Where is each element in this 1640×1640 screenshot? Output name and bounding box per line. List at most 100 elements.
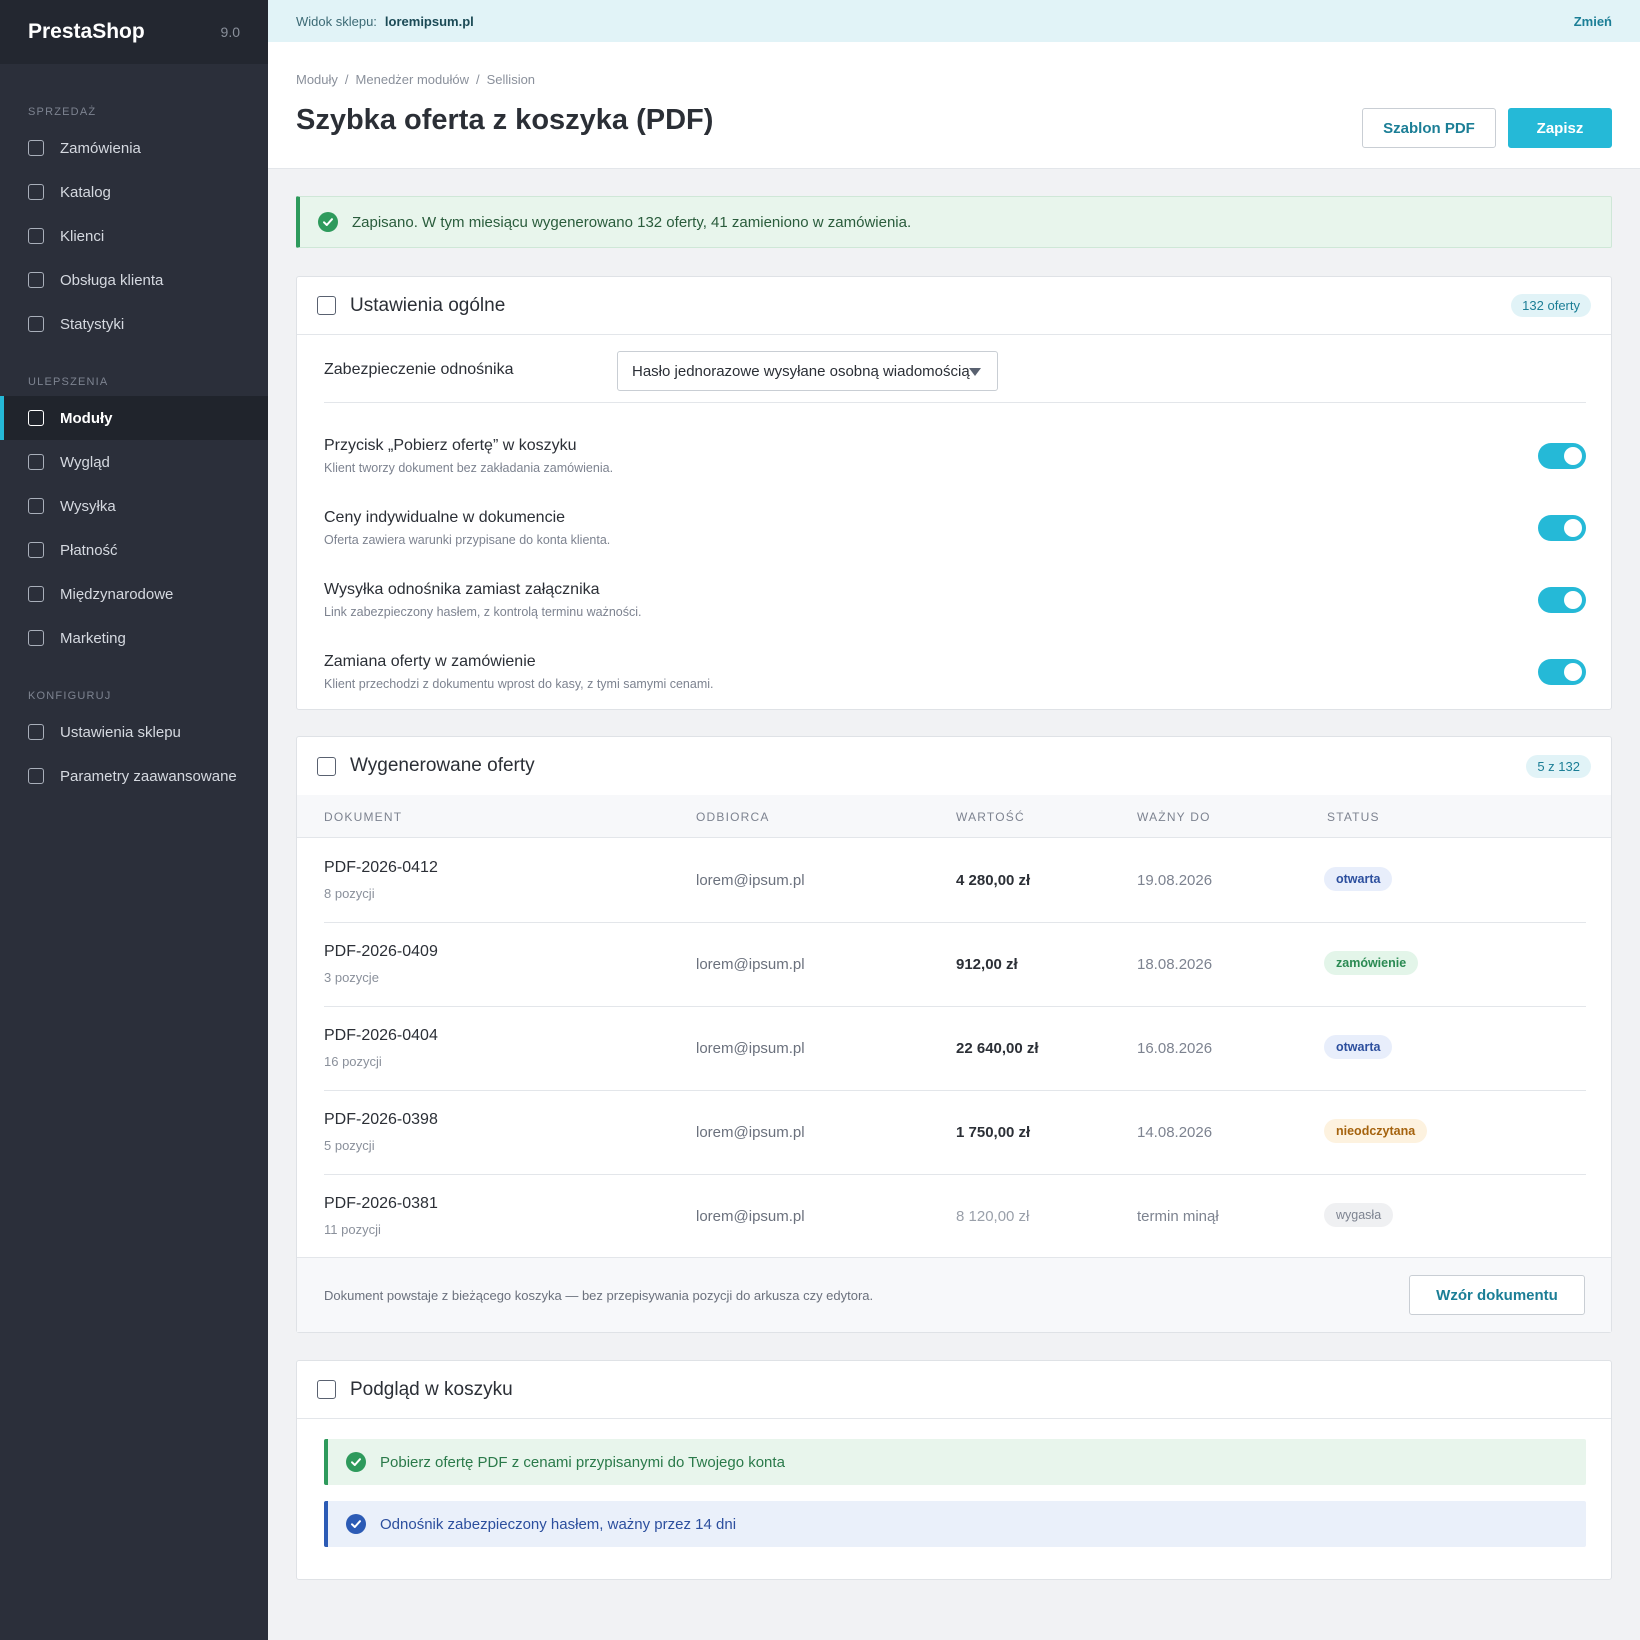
table-row[interactable]: PDF-2026-0409 3 pozycje lorem@ipsum.pl 9… bbox=[324, 923, 1586, 1007]
card-title: Podgląd w koszyku bbox=[350, 1378, 513, 1400]
version-label: 9.0 bbox=[220, 24, 240, 40]
sidebar-item-label: Katalog bbox=[60, 183, 111, 201]
card-title: Ustawienia ogólne bbox=[350, 294, 506, 316]
success-alert-text: Zapisano. W tym miesiącu wygenerowano 13… bbox=[352, 213, 912, 231]
brand-logo[interactable]: PrestaShop bbox=[28, 20, 145, 44]
setting-description: Klient przechodzi z dokumentu wprost do … bbox=[324, 677, 714, 691]
document-number[interactable]: PDF-2026-0404 bbox=[324, 1027, 438, 1045]
secured-link-notice: Odnośnik zabezpieczony hasłem, ważny prz… bbox=[324, 1501, 1586, 1547]
item-count: 3 pozycje bbox=[324, 970, 379, 985]
square-icon bbox=[28, 228, 44, 244]
pagination-badge: 5 z 132 bbox=[1526, 754, 1591, 778]
offer-value: 4 280,00 zł bbox=[956, 872, 1031, 889]
square-icon bbox=[317, 756, 336, 776]
sidebar-item-marketing[interactable]: Marketing bbox=[0, 616, 268, 660]
item-count: 5 pozycji bbox=[324, 1138, 375, 1153]
download-offer-toggle[interactable] bbox=[1538, 443, 1586, 469]
breadcrumb: Moduły / Menedżer modułów / Sellision bbox=[296, 72, 536, 87]
setting-row: Wysyłka odnośnika zamiast załącznika Lin… bbox=[324, 581, 1586, 641]
sidebar-item-shipping[interactable]: Wysyłka bbox=[0, 484, 268, 528]
square-icon bbox=[28, 140, 44, 156]
sidebar-item-shop-settings[interactable]: Ustawienia sklepu bbox=[0, 710, 268, 754]
offer-to-order-toggle[interactable] bbox=[1538, 659, 1586, 685]
link-security-label: Zabezpieczenie odnośnika bbox=[324, 361, 514, 378]
table-row[interactable]: PDF-2026-0404 16 pozycji lorem@ipsum.pl … bbox=[324, 1007, 1586, 1091]
sidebar-item-label: Moduły bbox=[60, 409, 113, 427]
document-number[interactable]: PDF-2026-0398 bbox=[324, 1111, 438, 1129]
offer-value: 912,00 zł bbox=[956, 956, 1018, 973]
column-header[interactable]: WAŻNY DO bbox=[1137, 810, 1211, 824]
column-header[interactable]: ODBIORCA bbox=[696, 810, 770, 824]
square-icon bbox=[28, 316, 44, 332]
table-footer: Dokument powstaje z bieżącego koszyka — … bbox=[297, 1257, 1611, 1332]
breadcrumb-item: Sellision bbox=[486, 72, 536, 87]
offer-value: 1 750,00 zł bbox=[956, 1124, 1031, 1141]
square-icon bbox=[317, 1380, 336, 1399]
setting-title: Ceny indywidualne w dokumencie bbox=[324, 509, 566, 526]
nav-section-title: SPRZEDAŻ bbox=[28, 106, 97, 118]
valid-until: 18.08.2026 bbox=[1137, 956, 1213, 973]
document-number[interactable]: PDF-2026-0409 bbox=[324, 943, 438, 961]
sidebar: PrestaShop 9.0 SPRZEDAŻ Zamówienia Katal… bbox=[0, 0, 268, 1640]
column-header[interactable]: STATUS bbox=[1327, 810, 1380, 824]
page-header: Moduły / Menedżer modułów / Sellision Szybka… bbox=[268, 42, 1640, 169]
recipient-email: lorem@ipsum.pl bbox=[696, 1124, 805, 1141]
brand-bar: PrestaShop 9.0 bbox=[0, 0, 268, 64]
link-instead-attachment-toggle[interactable] bbox=[1538, 587, 1586, 613]
table-row[interactable]: PDF-2026-0381 11 pozycji lorem@ipsum.pl … bbox=[324, 1175, 1586, 1259]
breadcrumb-item[interactable]: Moduły bbox=[296, 72, 338, 87]
square-icon bbox=[28, 498, 44, 514]
sidebar-item-customer-service[interactable]: Obsługa klienta bbox=[0, 258, 268, 302]
card-header: Ustawienia ogólne 132 oferty bbox=[297, 277, 1611, 335]
select-value: Hasło jednorazowe wysyłane osobną wiadom… bbox=[632, 362, 970, 380]
download-pdf-notice[interactable]: Pobierz ofertę PDF z cenami przypisanymi… bbox=[324, 1439, 1586, 1485]
square-icon bbox=[28, 410, 44, 426]
sidebar-item-design[interactable]: Wygląd bbox=[0, 440, 268, 484]
success-alert: Zapisano. W tym miesiącu wygenerowano 13… bbox=[296, 196, 1612, 248]
document-template-button[interactable]: Wzór dokumentu bbox=[1409, 1275, 1585, 1315]
offer-value: 8 120,00 zł bbox=[956, 1208, 1030, 1225]
status-badge: otwarta bbox=[1324, 1035, 1393, 1059]
change-shop-link[interactable]: Zmień bbox=[1574, 14, 1612, 29]
status-badge: otwarta bbox=[1324, 867, 1393, 891]
shop-url-link[interactable]: loremipsum.pl bbox=[385, 14, 474, 29]
save-button[interactable]: Zapisz bbox=[1508, 108, 1612, 148]
sidebar-item-catalog[interactable]: Katalog bbox=[0, 170, 268, 214]
document-number[interactable]: PDF-2026-0381 bbox=[324, 1195, 438, 1213]
square-icon bbox=[28, 184, 44, 200]
table-row[interactable]: PDF-2026-0398 5 pozycji lorem@ipsum.pl 1… bbox=[324, 1091, 1586, 1175]
sidebar-item-label: Wysyłka bbox=[60, 497, 116, 515]
sidebar-item-stats[interactable]: Statystyki bbox=[0, 302, 268, 346]
page-title: Szybka oferta z koszyka (PDF) bbox=[296, 104, 714, 136]
table-row[interactable]: PDF-2026-0412 8 pozycji lorem@ipsum.pl 4… bbox=[324, 839, 1586, 923]
individual-prices-toggle[interactable] bbox=[1538, 515, 1586, 541]
column-header[interactable]: DOKUMENT bbox=[324, 810, 402, 824]
generated-offers-card: Wygenerowane oferty 5 z 132 DOKUMENT ODB… bbox=[296, 736, 1612, 1333]
sidebar-item-advanced[interactable]: Parametry zaawansowane bbox=[0, 754, 268, 798]
notice-text: Odnośnik zabezpieczony hasłem, ważny prz… bbox=[380, 1515, 737, 1533]
offer-value: 22 640,00 zł bbox=[956, 1040, 1039, 1057]
valid-until: 16.08.2026 bbox=[1137, 1040, 1213, 1057]
square-icon bbox=[28, 586, 44, 602]
sidebar-item-orders[interactable]: Zamówienia bbox=[0, 126, 268, 170]
check-circle-icon bbox=[346, 1452, 366, 1472]
pdf-template-button[interactable]: Szablon PDF bbox=[1362, 108, 1496, 148]
sidebar-item-customers[interactable]: Klienci bbox=[0, 214, 268, 258]
item-count: 8 pozycji bbox=[324, 886, 375, 901]
shop-view-label: Widok sklepu: bbox=[296, 13, 377, 29]
breadcrumb-item[interactable]: Menedżer modułów bbox=[356, 72, 469, 87]
sidebar-item-modules[interactable]: Moduły bbox=[0, 396, 268, 440]
document-number[interactable]: PDF-2026-0412 bbox=[324, 859, 438, 877]
chevron-down-icon bbox=[969, 368, 981, 376]
sidebar-item-label: Parametry zaawansowane bbox=[60, 767, 237, 785]
check-circle-icon bbox=[346, 1514, 366, 1534]
link-security-select[interactable]: Hasło jednorazowe wysyłane osobną wiadom… bbox=[617, 351, 998, 391]
sidebar-item-label: Statystyki bbox=[60, 315, 125, 333]
column-header[interactable]: WARTOŚĆ bbox=[956, 810, 1025, 824]
valid-until: 14.08.2026 bbox=[1137, 1124, 1213, 1141]
sidebar-item-international[interactable]: Międzynarodowe bbox=[0, 572, 268, 616]
table-header: DOKUMENT ODBIORCA WARTOŚĆ WAŻNY DO STATU… bbox=[297, 795, 1611, 838]
sidebar-item-payment[interactable]: Płatność bbox=[0, 528, 268, 572]
footer-note: Dokument powstaje z bieżącego koszyka — … bbox=[324, 1288, 874, 1303]
square-icon bbox=[28, 724, 44, 740]
